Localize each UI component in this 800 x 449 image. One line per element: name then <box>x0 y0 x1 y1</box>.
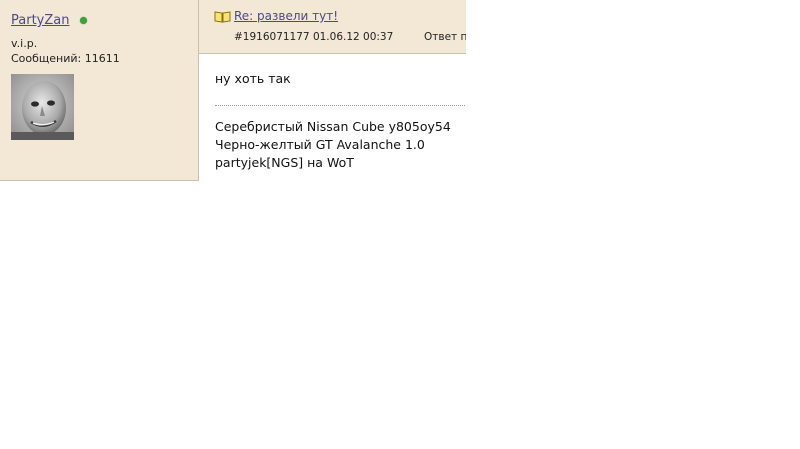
avatar-image <box>11 74 74 140</box>
post-header: Re: развели тут! #1916071177 01.06.12 00… <box>199 0 466 54</box>
user-post-count: Сообщений: 11611 <box>11 52 120 65</box>
post-title-link[interactable]: Re: развели тут! <box>234 9 338 23</box>
user-rank: v.i.p. <box>11 37 38 50</box>
reply-link[interactable]: Ответ пол <box>424 31 466 43</box>
post-body: ну хоть так Серебристый Nissan Cube у805… <box>199 54 466 181</box>
online-status-icon <box>80 17 87 24</box>
post-meta: #1916071177 01.06.12 00:37 <box>234 31 394 43</box>
signature-line: partyjek[NGS] на WoT <box>215 155 354 170</box>
open-book-icon <box>214 11 231 23</box>
avatar[interactable] <box>11 74 74 140</box>
signature-line: Черно-желтый GT Avalanche 1.0 <box>215 137 425 152</box>
signature-line: Серебристый Nissan Cube у805оу54 <box>215 119 451 134</box>
post-message: ну хоть так <box>215 71 291 86</box>
signature-separator <box>215 105 465 106</box>
user-info-panel: PartyZan v.i.p. Сообщений: 11611 <box>0 0 199 181</box>
username-link[interactable]: PartyZan <box>11 13 69 28</box>
forum-post: PartyZan v.i.p. Сообщений: 11611 Re: раз… <box>0 0 466 181</box>
